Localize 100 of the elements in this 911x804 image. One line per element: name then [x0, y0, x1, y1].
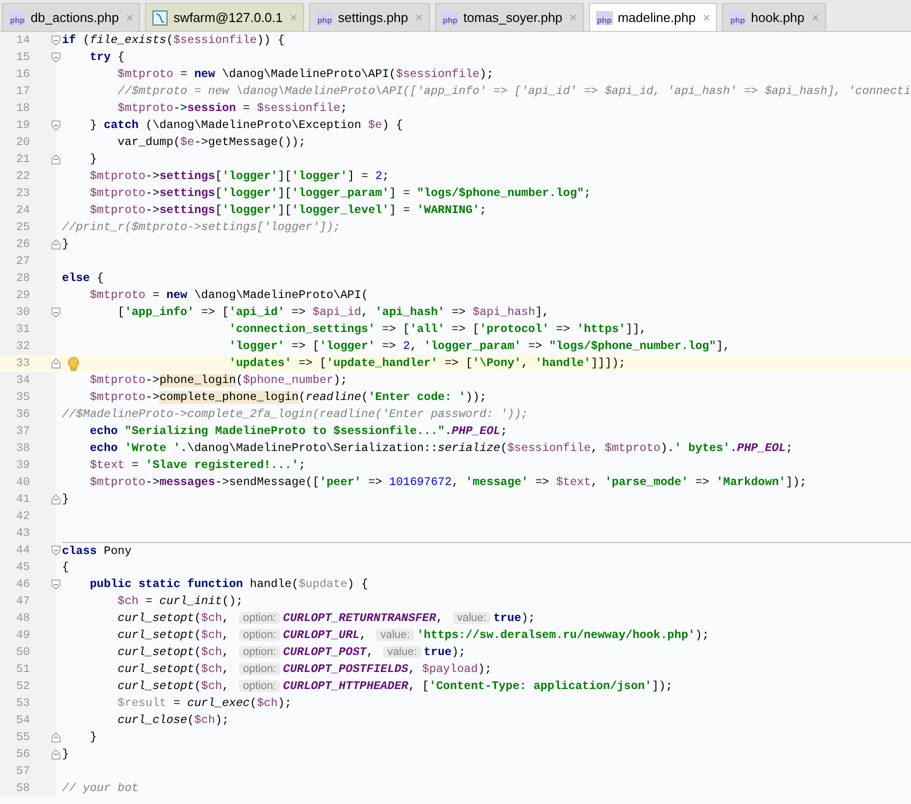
- line-number: 28: [16, 272, 30, 285]
- fold-marker-icon[interactable]: [51, 545, 61, 556]
- code-line: curl_setopt($ch, option: CURLOPT_HTTPHEADER, ['Content-Type: application/json']);: [118, 680, 673, 693]
- code-line: $mtproto->settings['logger']['logger_param'] = "logs/$phone_number.log";: [90, 187, 591, 200]
- code-line: ['app_info' => ['api_id' => $api_id, 'api_hash' => $api_hash],: [118, 306, 550, 319]
- tab-label: tomas_soyer.php: [463, 8, 562, 27]
- line-number: 45: [16, 561, 30, 574]
- code-line: }: [90, 731, 97, 744]
- code-line: 'updates' => ['update_handler' => ['\Pony', 'handle']]]);: [228, 357, 626, 370]
- line-number: 26: [16, 238, 30, 251]
- line-number: 49: [16, 629, 30, 642]
- line-number: 44: [16, 544, 30, 557]
- line-number: 42: [16, 510, 30, 523]
- tab-label: madeline.php: [618, 8, 696, 27]
- code-line: echo 'Wrote '.\danog\MadelineProto\Serialization::serialize($sessionfile, $mtproto).' bytes'.PHP_EOL;: [90, 442, 793, 455]
- line-number: 56: [16, 748, 30, 761]
- line-number: 38: [16, 442, 30, 455]
- fold-marker-icon[interactable]: [51, 52, 61, 63]
- tab-label: swfarm@127.0.0.1: [173, 8, 283, 27]
- line-number: 47: [16, 595, 30, 608]
- line-number: 54: [16, 714, 30, 727]
- line-number: 31: [16, 323, 30, 336]
- tab-label: settings.php: [338, 8, 408, 27]
- code-line: try {: [90, 51, 125, 64]
- line-number: 40: [16, 476, 30, 489]
- code-line: $ch = curl_init();: [118, 595, 243, 608]
- code-line: } catch (\danog\MadelineProto\Exception $e) {: [90, 119, 403, 132]
- code-line: $text = 'Slave registered!...';: [90, 459, 306, 472]
- line-number: 19: [16, 119, 30, 132]
- fold-marker-icon[interactable]: [51, 239, 61, 250]
- code-comment: //$MadelineProto->complete_2fa_login(readline('Enter password: '));: [62, 408, 528, 421]
- code-line: curl_setopt($ch, option: CURLOPT_POST, value: true);: [118, 646, 466, 659]
- code-line: public static function handle($update) {: [90, 578, 368, 591]
- code-line: $mtproto->settings['logger']['logger'] = 2;: [90, 170, 390, 183]
- line-number: 39: [16, 459, 30, 472]
- line-number: 16: [16, 68, 30, 81]
- code-line: $mtproto = new \danog\MadelineProto\API(: [90, 289, 368, 302]
- code-comment: //print_r($mtproto->settings['logger']);: [62, 221, 340, 234]
- line-number: 53: [16, 697, 30, 710]
- code-line: curl_close($ch);: [118, 714, 230, 727]
- line-number: 50: [16, 646, 30, 659]
- line-number: 41: [16, 493, 30, 506]
- code-comment: // your bot: [62, 782, 139, 795]
- editor-tab[interactable]: swfarm@127.0.0.1 ×: [145, 3, 304, 31]
- line-number: 52: [16, 680, 30, 693]
- editor-tab[interactable]: php hook.php ×: [722, 3, 826, 31]
- php-file-icon: php: [729, 10, 746, 24]
- fold-marker-icon[interactable]: [51, 120, 61, 131]
- line-number: 27: [16, 255, 30, 268]
- line-number: 51: [16, 663, 30, 676]
- line-number: 48: [16, 612, 30, 625]
- line-number: 55: [16, 731, 30, 744]
- editor-tab[interactable]: php madeline.php ×: [589, 3, 718, 31]
- php-file-icon: php: [316, 10, 334, 24]
- tab-label: db_actions.php: [30, 8, 119, 27]
- tab-label: hook.php: [751, 8, 805, 27]
- fold-marker-icon[interactable]: [51, 732, 61, 743]
- fold-marker-icon[interactable]: [51, 749, 61, 760]
- line-number: 18: [16, 102, 30, 115]
- php-file-icon: php: [596, 10, 613, 24]
- line-number: 24: [16, 204, 30, 217]
- code-line: }: [62, 493, 69, 506]
- code-line: $result = curl_exec($ch);: [118, 697, 292, 710]
- line-number: 36: [16, 408, 30, 421]
- fold-marker-icon[interactable]: [51, 494, 61, 505]
- fold-marker-icon[interactable]: [51, 35, 61, 46]
- line-number: 29: [16, 289, 30, 302]
- code-line: }: [62, 238, 69, 251]
- line-number: 30: [16, 306, 30, 319]
- code-line: 'connection_settings' => ['all' => ['protocol' => 'https']],: [228, 323, 646, 336]
- code-line: curl_setopt($ch, option: CURLOPT_POSTFIELDS, $payload);: [118, 663, 492, 676]
- line-number: 35: [16, 391, 30, 404]
- line-number: 46: [16, 578, 30, 591]
- code-line: curl_setopt($ch, option: CURLOPT_URL, value: 'https://sw.deralsem.ru/newway/hook.php');: [118, 629, 710, 642]
- line-number: 43: [16, 527, 30, 540]
- line-number: 32: [16, 340, 30, 353]
- database-console-icon: [152, 10, 168, 26]
- line-number: 20: [16, 136, 30, 149]
- editor-tab[interactable]: php db_actions.php ×: [2, 3, 140, 31]
- line-number: 33: [16, 357, 30, 370]
- fold-marker-icon[interactable]: [51, 307, 61, 318]
- line-number: 37: [16, 425, 30, 438]
- php-file-icon: php: [442, 10, 458, 24]
- line-number: 14: [16, 34, 30, 47]
- editor-tab[interactable]: php settings.php ×: [309, 3, 430, 31]
- fold-marker-icon[interactable]: [51, 579, 61, 590]
- line-number: 58: [16, 782, 30, 795]
- code-comment: //$mtproto = new \danog\MadelineProto\API(['app_info' => ['api_id' => $api_id, 'api_hash' => $api_hash], 'connecti: [118, 85, 911, 98]
- line-number: 21: [16, 153, 30, 166]
- line-number: 25: [16, 221, 30, 234]
- lightbulb-icon[interactable]: [68, 356, 78, 370]
- fold-marker-icon[interactable]: [51, 154, 61, 165]
- code-line: if (file_exists($sessionfile)) {: [62, 34, 285, 47]
- code-line: else {: [62, 272, 104, 285]
- code-line: $mtproto->session = $sessionfile;: [118, 102, 348, 115]
- line-number: 17: [16, 85, 30, 98]
- code-line: $mtproto->phone_login($phone_number);: [90, 374, 348, 387]
- code-line: var_dump($e->getMessage());: [118, 136, 306, 149]
- fold-marker-icon[interactable]: [51, 358, 61, 369]
- editor-tab[interactable]: php tomas_soyer.php ×: [434, 3, 584, 31]
